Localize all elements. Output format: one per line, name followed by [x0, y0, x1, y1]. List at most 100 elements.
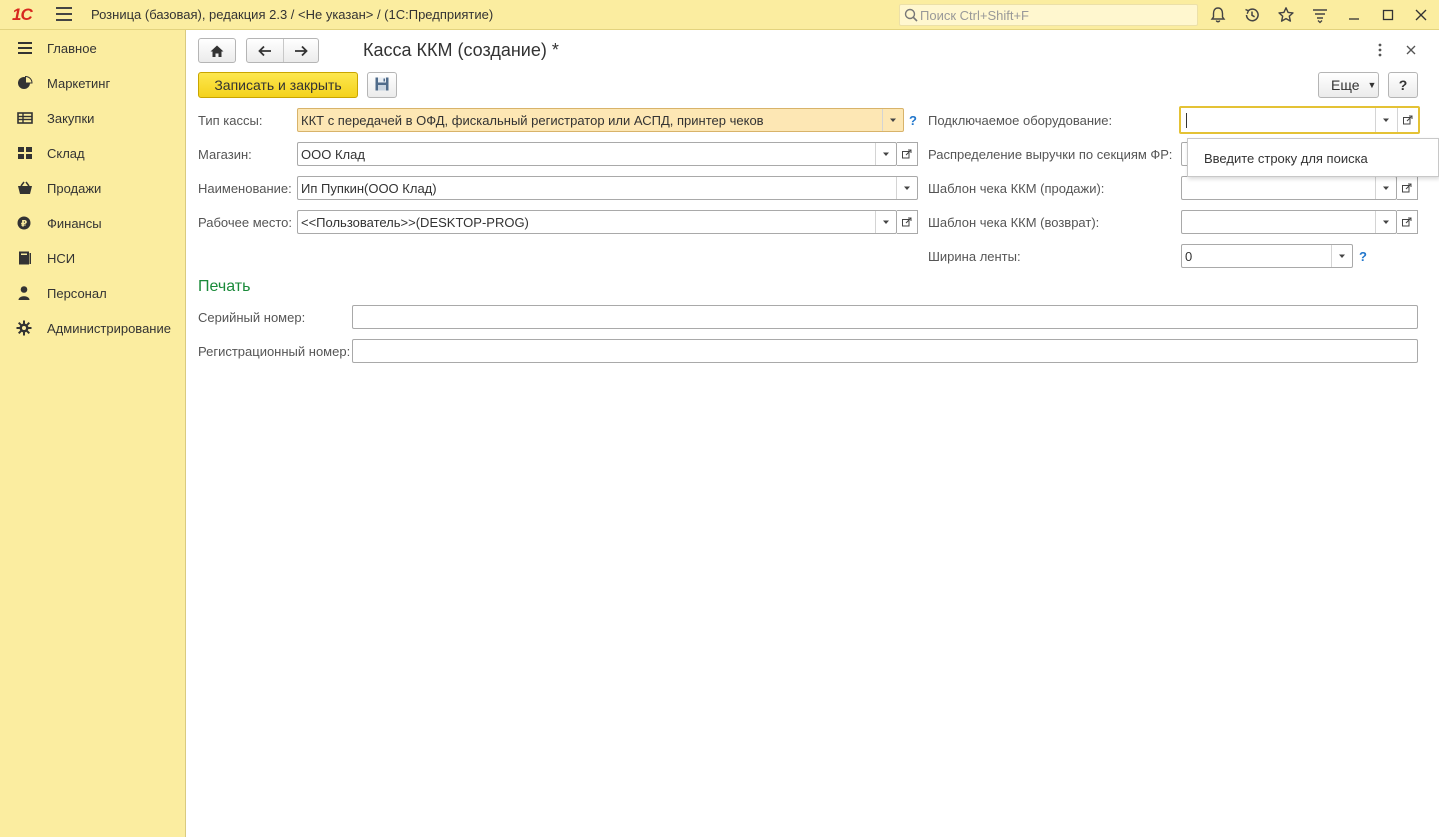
receipt-template-return-label: Шаблон чека ККМ (возврат):: [928, 215, 1100, 230]
save-button[interactable]: [367, 72, 397, 98]
back-arrow-button[interactable]: [247, 39, 283, 62]
global-search[interactable]: [899, 4, 1198, 26]
sidebar-item-marketing[interactable]: Маркетинг: [0, 68, 185, 98]
receipt-template-sale-label: Шаблон чека ККМ (продажи):: [928, 181, 1105, 196]
name-field[interactable]: Ип Пупкин(ООО Клад): [297, 176, 918, 200]
workplace-field[interactable]: <<Пользователь>>(DESKTOP-PROG): [297, 210, 897, 234]
sidebar-item-label: Склад: [47, 146, 85, 161]
cash-register-type-field[interactable]: ККТ с передачей в ОФД, фискальный регист…: [297, 108, 904, 132]
store-label: Магазин:: [198, 147, 252, 162]
gear-icon: [16, 320, 34, 336]
warehouse-grid-icon: [16, 145, 34, 161]
cash-register-type-value: ККТ с передачей в ОФД, фискальный регист…: [301, 113, 764, 128]
more-actions-icon[interactable]: [1373, 42, 1387, 58]
menu-lines-icon: [16, 40, 34, 56]
dropdown-arrow-icon[interactable]: [1375, 108, 1396, 132]
receipt-template-return-field[interactable]: [1181, 210, 1397, 234]
purchases-icon: [16, 110, 34, 126]
sidebar-item-sales[interactable]: Продажи: [0, 173, 185, 203]
sidebar-item-nsi[interactable]: НСИ: [0, 243, 185, 273]
home-button[interactable]: [198, 38, 236, 63]
favorites-star-icon[interactable]: [1276, 5, 1296, 25]
sidebar-item-purchases[interactable]: Закупки: [0, 103, 185, 133]
more-menu-label: Еще: [1331, 77, 1360, 93]
dropdown-arrow-icon[interactable]: [1375, 211, 1396, 233]
tape-width-label: Ширина ленты:: [928, 249, 1021, 264]
forward-arrow-button[interactable]: [282, 39, 319, 62]
registration-number-input[interactable]: [352, 339, 1418, 363]
dropdown-arrow-icon[interactable]: [896, 177, 917, 199]
basket-icon: [16, 180, 34, 196]
store-value: ООО Клад: [301, 147, 365, 162]
dropdown-arrow-icon[interactable]: [875, 143, 896, 165]
serial-number-label: Серийный номер:: [198, 310, 306, 325]
workplace-label: Рабочее место:: [198, 215, 293, 230]
name-value: Ип Пупкин(ООО Клад): [301, 181, 437, 196]
open-workplace-button[interactable]: [897, 210, 918, 234]
revenue-distribution-label: Распределение выручки по секциям ФР:: [928, 147, 1173, 162]
person-icon: [16, 285, 34, 301]
open-receipt-template-return-button[interactable]: [1397, 210, 1418, 234]
history-nav: [246, 38, 319, 63]
functions-menu-icon[interactable]: [1310, 5, 1330, 25]
receipt-template-sale-field[interactable]: [1181, 176, 1397, 200]
sidebar-item-administration[interactable]: Администрирование: [0, 313, 185, 343]
name-label: Наименование:: [198, 181, 292, 196]
sidebar-item-label: Финансы: [47, 216, 102, 231]
open-receipt-template-sale-button[interactable]: [1397, 176, 1418, 200]
book-icon: [16, 250, 34, 266]
print-section-title: Печать: [198, 278, 251, 295]
registration-number-label: Регистрационный номер:: [198, 344, 351, 359]
sidebar-item-finance[interactable]: ₽ Финансы: [0, 208, 185, 238]
global-search-input[interactable]: [920, 6, 1190, 24]
dropdown-arrow-icon[interactable]: [882, 109, 903, 131]
close-window-icon[interactable]: [1411, 5, 1431, 25]
maximize-icon[interactable]: [1378, 5, 1398, 25]
text-caret: [1186, 113, 1187, 128]
chevron-down-icon: ▼: [1367, 80, 1377, 90]
search-hint-text: Введите строку для поиска: [1204, 151, 1368, 166]
dropdown-arrow-icon[interactable]: [875, 211, 896, 233]
sidebar-item-staff[interactable]: Персонал: [0, 278, 185, 308]
sidebar-item-label: Администрирование: [47, 321, 171, 336]
1c-logo: 1С: [12, 5, 33, 24]
coin-icon: ₽: [16, 215, 34, 231]
sidebar-item-label: Маркетинг: [47, 76, 111, 91]
tape-width-value: 0: [1185, 249, 1193, 264]
notifications-bell-icon[interactable]: [1208, 5, 1228, 25]
cash-register-type-label: Тип кассы:: [198, 113, 263, 128]
sidebar-item-warehouse[interactable]: Склад: [0, 138, 185, 168]
main-menu-icon[interactable]: [56, 7, 72, 21]
help-question-icon[interactable]: ?: [1359, 249, 1367, 264]
open-equipment-button[interactable]: [1397, 108, 1418, 132]
sidebar-item-label: Главное: [47, 41, 97, 56]
search-dropdown-popup: Введите строку для поиска: [1187, 138, 1439, 177]
sidebar-item-label: Закупки: [47, 111, 95, 126]
floppy-disk-icon: [374, 76, 390, 95]
save-and-close-button[interactable]: Записать и закрыть: [198, 72, 358, 98]
search-icon: [904, 8, 918, 25]
form-title: Касса ККМ (создание) *: [363, 40, 559, 60]
sidebar-item-main[interactable]: Главное: [0, 33, 185, 63]
history-clock-icon[interactable]: [1242, 5, 1262, 25]
app-title: Розница (базовая), редакция 2.3 / <Не ук…: [91, 7, 494, 22]
dropdown-arrow-icon[interactable]: [1331, 245, 1352, 267]
store-field[interactable]: ООО Клад: [297, 142, 897, 166]
tape-width-field[interactable]: 0: [1181, 244, 1353, 268]
help-button[interactable]: ?: [1388, 72, 1418, 98]
sidebar-item-label: Продажи: [47, 181, 102, 196]
sidebar-item-label: Персонал: [47, 286, 107, 301]
pie-chart-icon: [16, 75, 34, 91]
sidebar-item-label: НСИ: [47, 251, 76, 266]
open-store-button[interactable]: [897, 142, 918, 166]
more-menu-button[interactable]: Еще ▼: [1318, 72, 1379, 98]
sections-sidebar: Главное Маркетинг Закупки Склад Продажи …: [0, 30, 186, 837]
close-form-icon[interactable]: [1403, 42, 1419, 58]
serial-number-input[interactable]: [352, 305, 1418, 329]
minimize-icon[interactable]: [1344, 5, 1364, 25]
help-question-icon[interactable]: ?: [909, 113, 917, 128]
connected-equipment-field[interactable]: [1179, 106, 1420, 134]
connected-equipment-label: Подключаемое оборудование:: [928, 113, 1113, 128]
dropdown-arrow-icon[interactable]: [1375, 177, 1396, 199]
workplace-value: <<Пользователь>>(DESKTOP-PROG): [301, 215, 529, 230]
